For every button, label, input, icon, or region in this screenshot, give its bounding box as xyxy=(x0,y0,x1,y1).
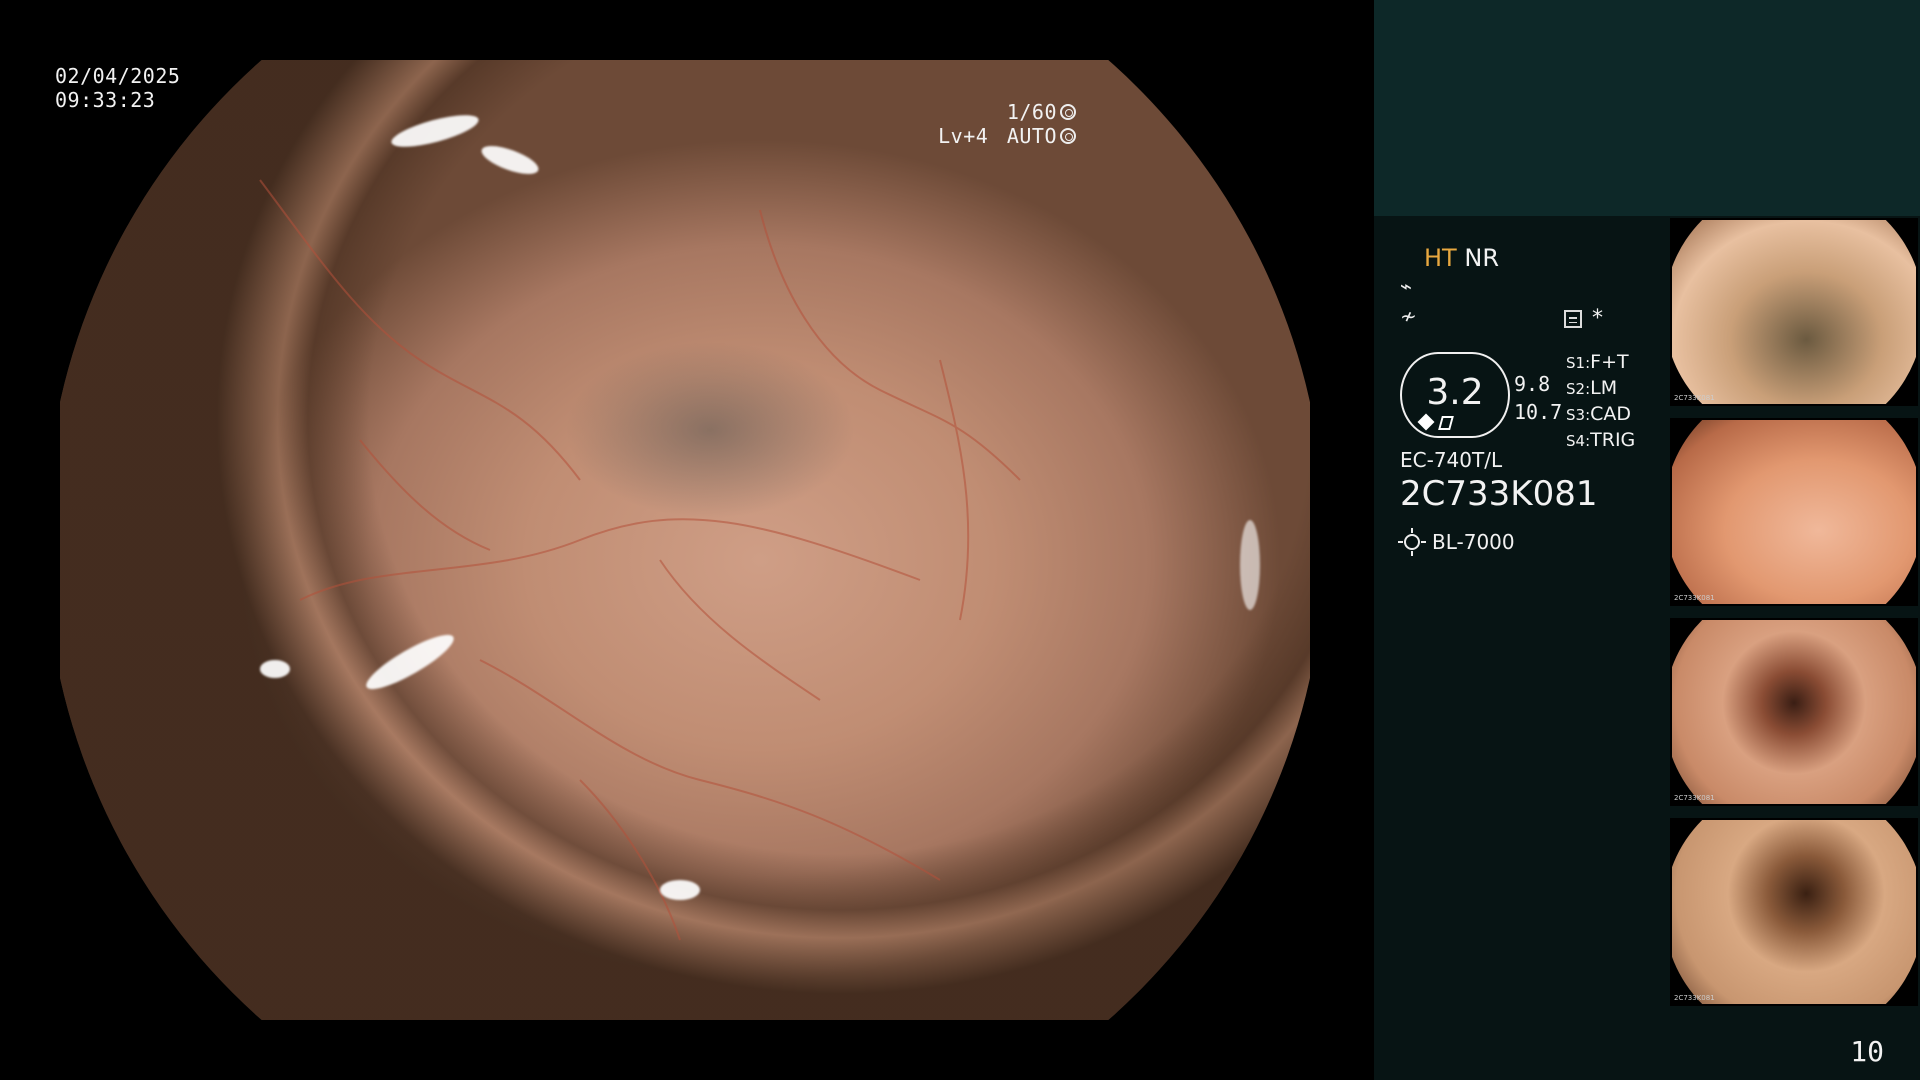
iris-level: Lv+4 xyxy=(938,124,989,148)
structure-enhance-icon: ⌁ xyxy=(1400,274,1413,298)
glare-spot xyxy=(660,880,700,900)
captured-thumbnail[interactable]: 2C733K081 xyxy=(1670,618,1918,806)
zoom-subvalues: 9.8 10.7 xyxy=(1514,370,1562,426)
star-indicator: * xyxy=(1592,306,1603,331)
switch-item: S2:LM xyxy=(1566,377,1618,399)
date-time-readout: 02/04/2025 09:33:23 xyxy=(55,64,180,112)
record-list-icon xyxy=(1564,309,1582,328)
zoom-value: 3.2 xyxy=(1426,372,1484,413)
thumbnail-image xyxy=(1672,820,1916,1004)
captured-thumbnail[interactable]: 2C733K081 xyxy=(1670,818,1918,1006)
shutter-speed: 1/60 xyxy=(1006,100,1057,124)
auto-iris-icon xyxy=(1060,128,1076,144)
exposure-readout: 1/60 Lv+4 AUTO xyxy=(938,100,1076,148)
zoom-indicator: 3.2 xyxy=(1400,352,1510,438)
zoom-subvalue-1: 9.8 xyxy=(1514,372,1551,396)
thumbnail-caption: 2C733K081 xyxy=(1674,994,1715,1002)
glare-spot xyxy=(260,660,290,678)
color-enhance-icon: ≁ xyxy=(1400,304,1417,328)
glare-spot xyxy=(1240,520,1260,610)
iris-mode: AUTO xyxy=(1006,124,1057,148)
ht-indicator: HT xyxy=(1424,244,1457,272)
time-text: 09:33:23 xyxy=(55,88,156,112)
thumbnail-image xyxy=(1672,420,1916,604)
page-number: 10 xyxy=(1850,1035,1884,1068)
vessel-pattern xyxy=(259,179,1021,941)
scope-switch-list: S1:F+T S2:LM S3:CAD S4:TRIG xyxy=(1566,350,1635,454)
zoom-subvalue-2: 10.7 xyxy=(1514,400,1563,424)
panel-header-area xyxy=(1374,0,1920,216)
endoscope-main-view xyxy=(60,60,1310,1020)
light-source-label: BL-7000 xyxy=(1432,530,1515,554)
thumbnail-caption: 2C733K081 xyxy=(1674,594,1715,602)
thumbnail-caption: 2C733K081 xyxy=(1674,394,1715,402)
switch-item: S3:CAD xyxy=(1566,403,1632,425)
switch-item: S1:F+T xyxy=(1566,351,1629,373)
thumbnail-image xyxy=(1672,620,1916,804)
scope-serial: 2C733K081 xyxy=(1400,474,1598,514)
light-source: BL-7000 xyxy=(1398,528,1515,556)
switch-item: S4:TRIG xyxy=(1566,429,1636,451)
aperture-icon xyxy=(1060,104,1076,120)
scope-model: EC-740T/L xyxy=(1400,448,1503,472)
thumbnail-image xyxy=(1672,220,1916,404)
zoom-frame-icon xyxy=(1438,416,1454,430)
thumbnail-caption: 2C733K081 xyxy=(1674,794,1715,802)
captured-thumbnail[interactable]: 2C733K081 xyxy=(1670,218,1918,406)
nr-indicator: NR xyxy=(1464,244,1499,272)
light-source-icon xyxy=(1398,528,1426,556)
date-text: 02/04/2025 xyxy=(55,64,181,88)
captured-thumbnail[interactable]: 2C733K081 xyxy=(1670,418,1918,606)
zoom-marker-icon xyxy=(1417,413,1435,431)
processor-status: HT NR ⌁ ≁ * 3.2 9.8 10.7 S1:F+T S2:LM S3… xyxy=(1398,240,1668,580)
